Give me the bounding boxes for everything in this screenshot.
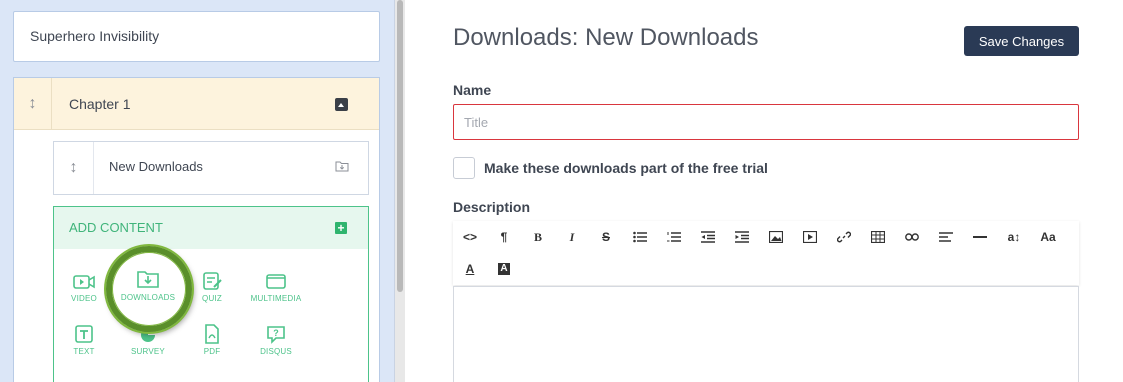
code-view-icon[interactable]: <>	[458, 225, 482, 249]
bold-glyph: B	[533, 229, 542, 244]
free-trial-checkbox[interactable]	[453, 157, 475, 179]
strikethrough-glyph: S	[601, 230, 610, 244]
content-type-disqus[interactable]: ? DISQUS	[241, 324, 311, 356]
paragraph-glyph: ¶	[500, 230, 508, 244]
add-content-label: ADD CONTENT	[69, 220, 163, 235]
text-label: TEXT	[73, 347, 95, 356]
font-size-glyph: a↕	[1007, 230, 1021, 244]
indent-icon[interactable]	[730, 225, 754, 249]
curriculum-sidebar: Superhero Invisibility ↕ Chapter 1 ↕ New…	[0, 0, 395, 382]
disqus-label: DISQUS	[260, 347, 292, 356]
lesson-item[interactable]: ↕ New Downloads	[53, 141, 369, 195]
italic-glyph: I	[569, 229, 575, 244]
sidebar-scroll-thumb[interactable]	[397, 0, 403, 292]
code-view-glyph: <>	[462, 230, 477, 244]
content-type-multimedia[interactable]: MULTIMEDIA	[241, 271, 311, 303]
chapter-drag-handle-icon[interactable]: ↕	[14, 78, 52, 130]
name-input[interactable]	[453, 104, 1079, 140]
horizontal-line-icon[interactable]	[968, 225, 992, 249]
chapter-title[interactable]: Chapter 1	[69, 78, 130, 130]
align-icon[interactable]	[934, 225, 958, 249]
bold-icon[interactable]: B	[526, 225, 550, 249]
lesson-title[interactable]: New Downloads	[109, 142, 203, 192]
description-editor[interactable]	[453, 286, 1079, 382]
video-icon	[73, 275, 95, 289]
background-color-icon[interactable]: A	[492, 257, 516, 281]
ordered-list-icon[interactable]	[662, 225, 686, 249]
multimedia-icon	[266, 274, 286, 289]
pdf-icon	[205, 324, 219, 344]
add-content-plus-icon[interactable]: +	[335, 222, 347, 234]
outdent-icon[interactable]	[696, 225, 720, 249]
paragraph-icon[interactable]: ¶	[492, 225, 516, 249]
font-family-glyph: Aa	[1040, 230, 1056, 244]
insert-video-icon[interactable]	[798, 225, 822, 249]
survey-label: SURVEY	[131, 347, 165, 356]
add-content-panel: ADD CONTENT + VIDEO DOWNLOADS QUIZ MULTI…	[53, 206, 369, 382]
add-content-header: ADD CONTENT +	[54, 207, 368, 249]
text-color-glyph: A	[465, 262, 475, 276]
svg-text:?: ?	[273, 328, 279, 338]
course-title[interactable]: Superhero Invisibility	[13, 11, 380, 62]
content-type-text[interactable]: TEXT	[49, 324, 119, 356]
font-family-icon[interactable]: Aa	[1036, 225, 1060, 249]
chapter-header[interactable]: ↕ Chapter 1	[14, 78, 379, 130]
lesson-drag-handle-icon[interactable]: ↕	[54, 142, 94, 194]
insert-embed-icon[interactable]	[900, 225, 924, 249]
save-changes-button[interactable]: Save Changes	[964, 26, 1079, 56]
collapse-chapter-icon[interactable]	[335, 98, 348, 111]
downloads-folder-icon	[335, 161, 349, 172]
italic-icon[interactable]: I	[560, 225, 584, 249]
strikethrough-icon[interactable]: S	[594, 225, 618, 249]
chapter-card: ↕ Chapter 1 ↕ New Downloads ADD CONTENT …	[13, 77, 380, 382]
insert-table-icon[interactable]	[866, 225, 890, 249]
quiz-icon	[203, 272, 222, 290]
unordered-list-icon[interactable]	[628, 225, 652, 249]
page-title: Downloads: New Downloads	[453, 24, 759, 51]
background-color-glyph: A	[498, 263, 510, 275]
editor-toolbar: <> ¶ B I S a↕ Aa A A	[453, 221, 1079, 285]
sidebar-scrollbar[interactable]	[395, 0, 405, 382]
description-label: Description	[453, 199, 531, 215]
annotation-highlight-circle	[106, 246, 192, 332]
name-label: Name	[453, 82, 492, 98]
content-type-pdf[interactable]: PDF	[177, 324, 247, 356]
free-trial-label[interactable]: Make these downloads part of the free tr…	[484, 160, 768, 176]
insert-link-icon[interactable]	[832, 225, 856, 249]
text-icon	[75, 325, 93, 343]
multimedia-label: MULTIMEDIA	[250, 294, 302, 303]
text-color-icon[interactable]: A	[458, 257, 482, 281]
disqus-icon: ?	[267, 326, 285, 344]
insert-image-icon[interactable]	[764, 225, 788, 249]
pdf-label: PDF	[203, 347, 221, 356]
font-size-icon[interactable]: a↕	[1002, 225, 1026, 249]
